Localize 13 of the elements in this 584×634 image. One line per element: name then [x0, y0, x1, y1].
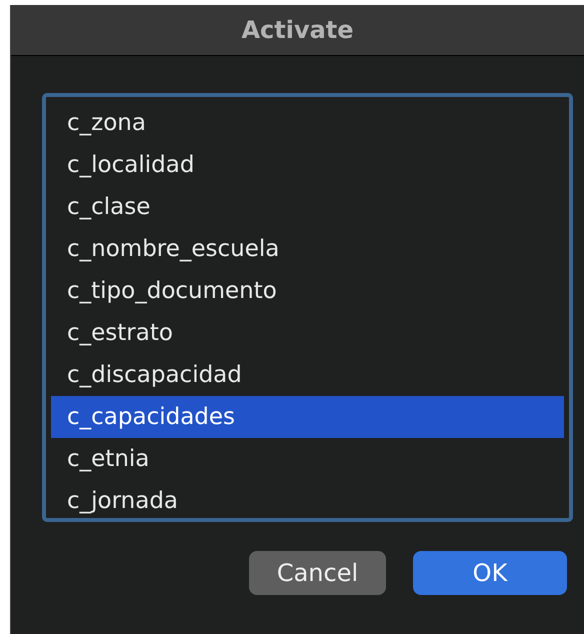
list-item[interactable]: c_estrato [51, 312, 564, 354]
list-item[interactable]: c_tipo_documento [51, 270, 564, 312]
list-item[interactable]: c_clase [51, 186, 564, 228]
list-item[interactable]: c_jornada [51, 480, 564, 522]
list-item[interactable]: c_etnia [51, 438, 564, 480]
list-item[interactable]: c_capacidades [51, 396, 564, 438]
ok-button[interactable]: OK [413, 551, 567, 595]
list-item[interactable]: c_nombre_escuela [51, 228, 564, 270]
list-item[interactable]: c_discapacidad [51, 354, 564, 396]
cancel-button[interactable]: Cancel [249, 551, 386, 595]
list-item[interactable]: c_localidad [51, 144, 564, 186]
window-title: Activate [241, 16, 354, 44]
list-item[interactable]: c_zona [51, 102, 564, 144]
